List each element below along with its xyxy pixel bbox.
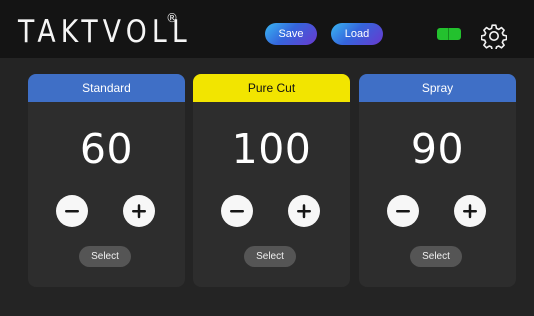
panel-standard: Standard 60 Select	[28, 74, 185, 287]
plus-icon	[132, 204, 146, 219]
app-screen: TAKTVOLL ® Save Load Standard 60 Select …	[0, 0, 534, 316]
increase-button[interactable]	[123, 195, 155, 227]
panel-value: 60	[79, 125, 134, 173]
panel-title: Pure Cut	[247, 81, 296, 95]
save-button[interactable]: Save	[265, 23, 317, 45]
top-bar: TAKTVOLL ® Save Load	[0, 0, 534, 58]
increase-button[interactable]	[454, 195, 486, 227]
plus-icon	[463, 204, 477, 219]
decrease-button[interactable]	[56, 195, 88, 227]
panel-header: Standard	[28, 74, 185, 102]
select-button[interactable]: Select	[410, 246, 462, 267]
select-button[interactable]: Select	[244, 246, 296, 267]
status-indicator-icon	[437, 28, 461, 40]
panel-header: Pure Cut	[193, 74, 350, 102]
panel-value: 100	[231, 125, 312, 173]
minus-icon	[65, 210, 79, 213]
minus-icon	[396, 210, 410, 213]
panel-header: Spray	[359, 74, 516, 102]
panel-value: 90	[410, 125, 465, 173]
plus-icon	[297, 204, 311, 219]
minus-icon	[230, 210, 244, 213]
load-button[interactable]: Load	[331, 23, 383, 45]
panel-title: Spray	[421, 81, 454, 95]
panel-pure-cut: Pure Cut 100 Select	[193, 74, 350, 287]
gear-icon	[480, 24, 508, 51]
panel-title: Standard	[82, 81, 131, 95]
increase-button[interactable]	[288, 195, 320, 227]
select-button[interactable]: Select	[79, 246, 131, 267]
decrease-button[interactable]	[387, 195, 419, 227]
decrease-button[interactable]	[221, 195, 253, 227]
panel-spray: Spray 90 Select	[359, 74, 516, 287]
registered-mark: ®	[166, 11, 178, 25]
settings-button[interactable]	[480, 23, 508, 51]
